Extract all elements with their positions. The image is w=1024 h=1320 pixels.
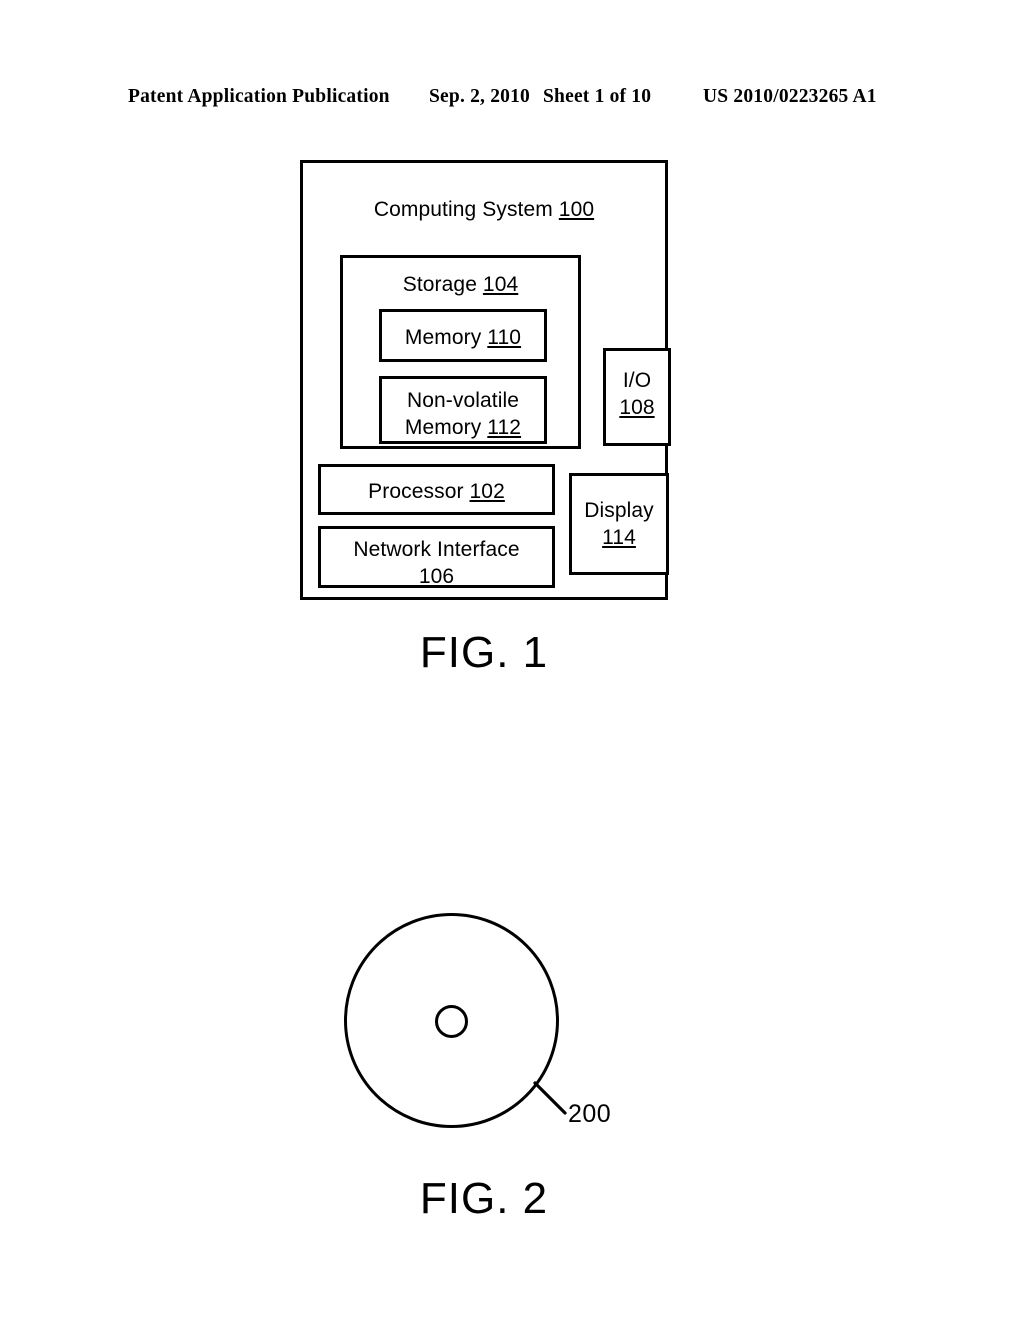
disc-reference-number: 200	[568, 1100, 612, 1128]
non-volatile-memory-label: Non-volatile Memory 112	[382, 387, 544, 441]
processor-text: Processor	[368, 480, 464, 503]
computing-system-ref: 100	[558, 198, 595, 221]
non-volatile-memory-box: Non-volatile Memory 112	[379, 376, 547, 444]
network-interface-box: Network Interface 106	[318, 526, 555, 588]
non-volatile-memory-text-line1: Non-volatile	[406, 389, 520, 412]
network-interface-label: Network Interface 106	[321, 536, 552, 590]
storage-ref: 104	[482, 273, 519, 296]
display-ref: 114	[602, 526, 636, 549]
memory-label: Memory 110	[382, 324, 544, 351]
display-box: Display 114	[569, 473, 669, 575]
processor-label: Processor 102	[321, 478, 552, 505]
figure-2: 200	[320, 895, 640, 1160]
header-publication-number: US 2010/0223265 A1	[703, 86, 877, 107]
memory-text: Memory	[404, 326, 482, 349]
header-sheet-number: Sheet 1 of 10	[543, 86, 652, 107]
figure-1: Computing System 100 Storage 104 Memory …	[300, 160, 671, 600]
network-interface-ref: 106	[418, 565, 455, 588]
patent-drawing-page: Patent Application Publication Sep. 2, 2…	[0, 0, 1024, 1320]
processor-box: Processor 102	[318, 464, 555, 515]
memory-ref: 110	[487, 326, 522, 349]
display-label: Display 114	[572, 497, 666, 551]
header-date: Sep. 2, 2010	[429, 86, 530, 107]
non-volatile-memory-text-line2: Memory	[404, 416, 482, 439]
io-box: I/O 108	[603, 348, 671, 446]
computing-system-box: Computing System 100 Storage 104 Memory …	[300, 160, 671, 600]
header-publication-label: Patent Application Publication	[128, 86, 390, 107]
non-volatile-memory-ref: 112	[487, 416, 522, 439]
figure-2-caption: FIG. 2	[419, 1174, 549, 1223]
io-label: I/O 108	[606, 367, 668, 421]
computing-system-text: Computing System	[373, 198, 553, 221]
storage-box: Storage 104 Memory 110 Non-volatile Memo…	[340, 255, 581, 449]
io-ref: 108	[619, 396, 655, 419]
network-interface-text: Network Interface	[353, 538, 520, 561]
page-header: Patent Application Publication Sep. 2, 2…	[125, 86, 905, 112]
processor-ref: 102	[469, 480, 505, 503]
computing-system-label: Computing System 100	[303, 196, 665, 223]
storage-label: Storage 104	[343, 271, 578, 298]
storage-text: Storage	[402, 273, 477, 296]
io-text: I/O	[622, 369, 652, 392]
display-text: Display	[584, 499, 654, 522]
memory-box: Memory 110	[379, 309, 547, 362]
figure-1-caption: FIG. 1	[419, 628, 549, 677]
